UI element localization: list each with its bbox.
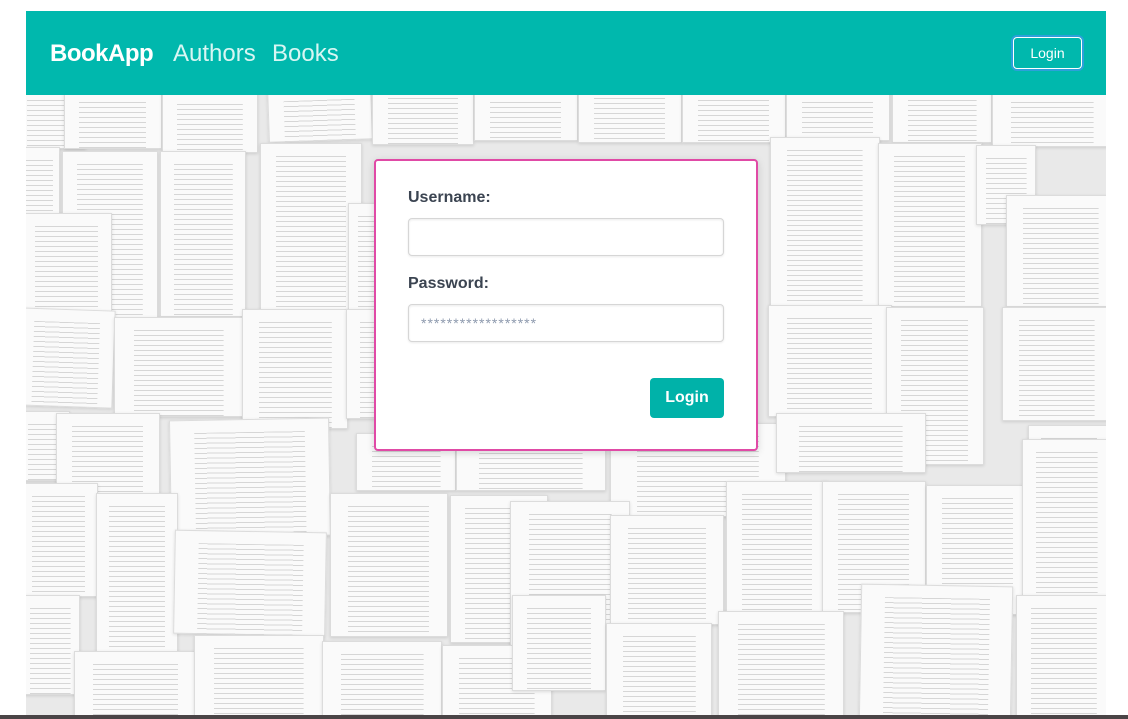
book-page: [26, 307, 116, 409]
book-page: [578, 95, 682, 143]
book-page: [372, 95, 474, 145]
book-page: [1002, 307, 1106, 421]
book-page: [160, 151, 246, 317]
book-page: [26, 595, 80, 695]
nav-link-authors[interactable]: Authors: [173, 40, 256, 68]
book-page: [1016, 595, 1106, 715]
book-page: [992, 95, 1106, 147]
book-page: [26, 483, 98, 597]
password-input[interactable]: [408, 304, 724, 342]
book-page: [1006, 195, 1106, 307]
book-page: [610, 515, 724, 625]
book-page: [718, 611, 844, 715]
book-page: [776, 413, 926, 473]
brand-logo[interactable]: BookApp: [50, 40, 154, 68]
book-page: [64, 95, 162, 149]
book-page: [786, 95, 890, 141]
book-page: [260, 143, 362, 319]
book-page: [1022, 439, 1106, 597]
book-page: [114, 317, 244, 417]
book-page: [26, 213, 112, 317]
login-submit-button[interactable]: Login: [650, 378, 724, 418]
book-page: [682, 95, 786, 143]
book-page: [770, 137, 880, 307]
book-page: [194, 635, 324, 715]
book-page: [242, 309, 348, 429]
book-page: [322, 641, 442, 715]
book-page: [892, 95, 992, 143]
password-label: Password:: [408, 275, 489, 292]
book-page: [173, 529, 327, 637]
book-page: [726, 481, 828, 615]
book-page: [267, 95, 373, 143]
book-page: [858, 583, 1014, 715]
book-page: [168, 417, 332, 539]
app-window: BookApp Authors Books Login Username: Pa…: [26, 11, 1106, 715]
book-page: [768, 305, 892, 417]
book-page: [606, 623, 712, 715]
book-page: [512, 595, 606, 691]
navbar: BookApp Authors Books Login: [26, 11, 1106, 95]
username-input[interactable]: [408, 218, 724, 256]
book-page: [26, 147, 60, 219]
book-page: [74, 651, 198, 715]
window-bottom-edge: [0, 715, 1128, 719]
book-page: [474, 95, 578, 141]
book-page: [96, 493, 178, 655]
book-page: [878, 143, 982, 307]
login-form: Username: Password: Login: [374, 159, 758, 451]
book-page: [162, 95, 258, 153]
username-label: Username:: [408, 189, 491, 206]
book-page: [330, 493, 448, 637]
nav-link-books[interactable]: Books: [272, 40, 339, 68]
navbar-login-button[interactable]: Login: [1013, 37, 1082, 69]
